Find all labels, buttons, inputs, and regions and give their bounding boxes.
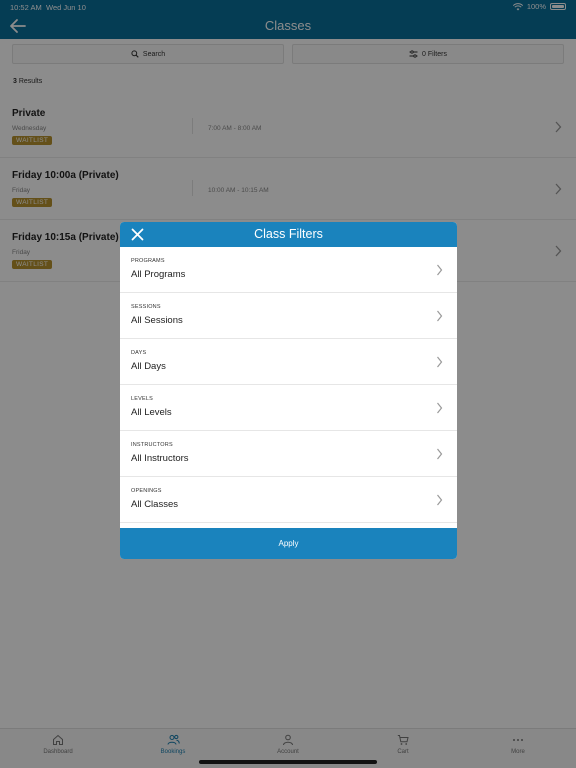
chevron-right-icon <box>437 494 443 506</box>
modal-header: Class Filters <box>120 222 457 247</box>
filter-label: LEVELS <box>131 396 153 402</box>
chevron-right-icon <box>437 356 443 368</box>
filter-sessions[interactable]: SESSIONS All Sessions <box>120 293 457 339</box>
chevron-right-icon <box>437 264 443 276</box>
filter-value: All Programs <box>131 269 186 280</box>
class-filters-modal: Class Filters PROGRAMS All Programs SESS… <box>120 222 457 559</box>
home-indicator <box>199 760 377 764</box>
filter-value: All Levels <box>131 407 172 418</box>
filter-value: All Sessions <box>131 315 183 326</box>
modal-title: Class Filters <box>254 227 323 241</box>
chevron-right-icon <box>437 402 443 414</box>
chevron-right-icon <box>437 448 443 460</box>
filter-value: All Classes <box>131 499 178 510</box>
apply-button[interactable]: Apply <box>120 528 457 559</box>
filter-label: PROGRAMS <box>131 258 165 264</box>
filter-instructors[interactable]: INSTRUCTORS All Instructors <box>120 431 457 477</box>
filter-levels[interactable]: LEVELS All Levels <box>120 385 457 431</box>
filter-openings[interactable]: OPENINGS All Classes <box>120 477 457 523</box>
filter-label: SESSIONS <box>131 304 161 310</box>
filter-label: OPENINGS <box>131 488 162 494</box>
filter-days[interactable]: DAYS All Days <box>120 339 457 385</box>
chevron-right-icon <box>437 310 443 322</box>
filter-value: All Days <box>131 361 166 372</box>
filter-label: INSTRUCTORS <box>131 442 173 448</box>
filter-programs[interactable]: PROGRAMS All Programs <box>120 247 457 293</box>
filter-value: All Instructors <box>131 453 189 464</box>
filter-label: DAYS <box>131 350 147 356</box>
